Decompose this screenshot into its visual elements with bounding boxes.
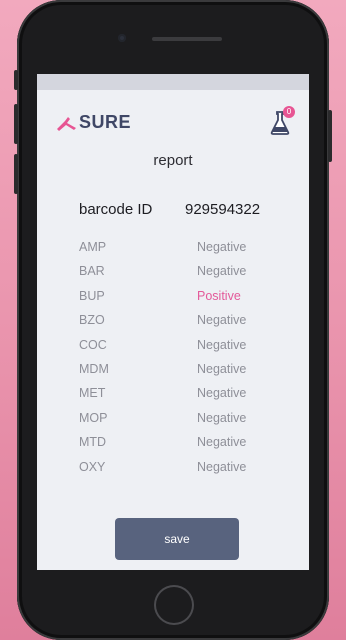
front-camera xyxy=(118,34,126,42)
result-value: Negative xyxy=(197,337,247,352)
drug-name: COC xyxy=(79,337,107,352)
result-value: Negative xyxy=(197,435,247,450)
drug-name: MTD xyxy=(79,435,107,450)
result-row-bzo: BZO Negative xyxy=(37,311,309,335)
phone-frame: SURE 0 report barcode ID 929594322 AMP N… xyxy=(14,0,332,640)
drug-name: BZO xyxy=(79,313,105,328)
result-value-positive: Positive xyxy=(197,288,241,303)
result-value: Negative xyxy=(197,386,247,401)
save-button[interactable]: save xyxy=(115,518,239,560)
results-list: AMP Negative BAR Negative BUP Positive B… xyxy=(37,238,309,482)
status-bar xyxy=(37,74,309,90)
result-row-mop: MOP Negative xyxy=(37,409,309,433)
drug-name: AMP xyxy=(79,240,107,254)
sure-logo-icon xyxy=(57,116,76,131)
result-row-oxy: OXY Negative xyxy=(37,458,309,482)
result-value: Negative xyxy=(197,459,247,474)
result-row-bar: BAR Negative xyxy=(37,262,309,286)
brand-name: SURE xyxy=(79,112,132,132)
result-row-mdm: MDM Negative xyxy=(37,360,309,384)
app-screen: SURE 0 report barcode ID 929594322 AMP N… xyxy=(37,74,309,570)
result-row-amp: AMP Negative xyxy=(37,238,309,262)
earpiece-speaker xyxy=(152,37,222,41)
drug-name: BUP xyxy=(79,288,105,303)
result-value: Negative xyxy=(197,410,247,425)
result-row-met: MET Negative xyxy=(37,384,309,408)
home-button[interactable] xyxy=(154,585,194,625)
result-value: Negative xyxy=(197,313,247,328)
result-row-bup: BUP Positive xyxy=(37,287,309,311)
drug-name: OXY xyxy=(79,459,106,474)
power-button xyxy=(328,110,332,162)
notification-badge: 0 xyxy=(283,106,295,118)
result-row-coc: COC Negative xyxy=(37,336,309,360)
volume-down-button xyxy=(14,154,18,194)
volume-up-button xyxy=(14,104,18,144)
barcode-value: 929594322 xyxy=(185,201,261,218)
result-value: Negative xyxy=(197,264,247,279)
page-title: report xyxy=(153,152,193,169)
drug-name: MET xyxy=(79,386,106,401)
drug-name: MOP xyxy=(79,410,108,425)
drug-name: MDM xyxy=(79,361,109,376)
mute-switch xyxy=(14,70,18,90)
result-value: Negative xyxy=(197,240,247,254)
result-row-mtd: MTD Negative xyxy=(37,433,309,457)
test-kit-button[interactable]: 0 xyxy=(269,106,295,136)
drug-name: BAR xyxy=(79,264,105,279)
barcode-label: barcode ID xyxy=(79,201,153,218)
result-value: Negative xyxy=(197,361,247,376)
app-logo: SURE xyxy=(55,112,131,133)
